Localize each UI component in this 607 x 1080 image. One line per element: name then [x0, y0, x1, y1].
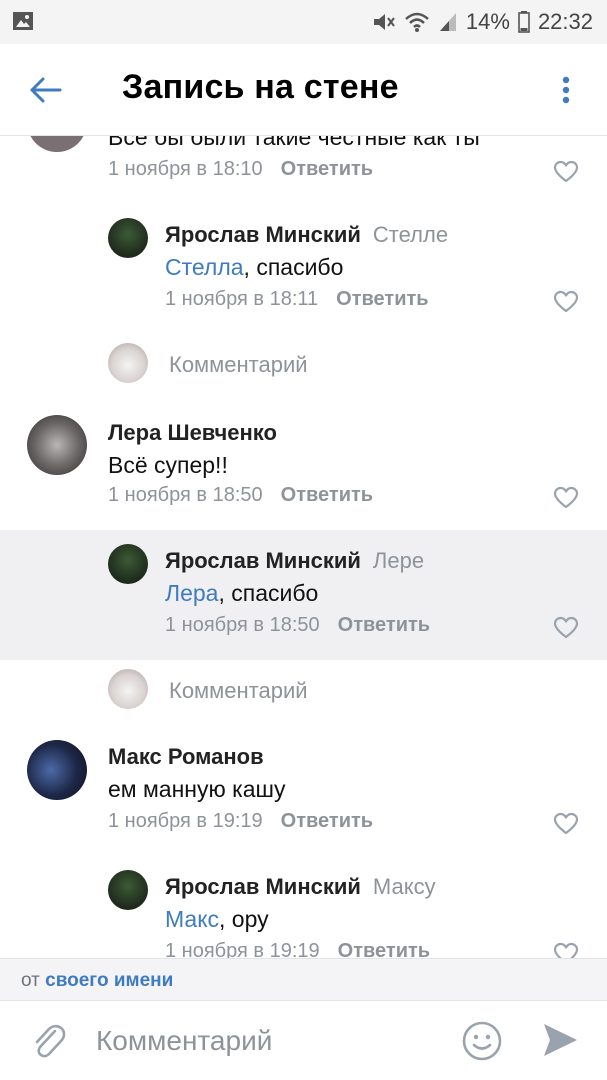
comment-text: Макс, ору: [165, 906, 269, 932]
add-comment-placeholder[interactable]: Комментарий: [169, 678, 308, 704]
author-name[interactable]: Ярослав Минский: [165, 548, 361, 573]
reply-link[interactable]: Ответить: [281, 810, 373, 832]
author-name[interactable]: Макс Романов: [108, 744, 264, 770]
send-icon[interactable]: [540, 1020, 580, 1060]
comment-item: Все бы были такие честные как ты 1 ноябр…: [0, 136, 607, 192]
back-arrow-icon[interactable]: [26, 70, 66, 110]
reply-to: Стелле: [372, 222, 449, 247]
comments-feed[interactable]: Все бы были такие честные как ты 1 ноябр…: [0, 136, 607, 958]
comment-date: 1 ноября в 18:11: [165, 288, 319, 310]
comment-date: 1 ноября в 19:19: [108, 810, 263, 832]
comment-text: Стелла, спасибо: [165, 254, 344, 280]
more-vertical-icon[interactable]: [551, 70, 581, 110]
avatar[interactable]: [108, 218, 148, 258]
comment-date: 1 ноября в 18:50: [165, 614, 320, 636]
reply-to: Максу: [372, 874, 436, 899]
emoji-icon[interactable]: [460, 1019, 504, 1063]
app-header: Запись на стене: [0, 44, 607, 136]
signal-icon: [438, 11, 458, 33]
status-bar: 14% 22:32: [0, 0, 607, 44]
author-name[interactable]: Ярослав Минский: [165, 222, 361, 247]
comment-date: 1 ноября в 19:19: [165, 940, 320, 958]
avatar[interactable]: [27, 415, 87, 475]
comment-item: Макс Романов ем манную кашу 1 ноября в 1…: [0, 732, 607, 852]
comment-composer: [0, 1000, 607, 1080]
heart-icon[interactable]: [553, 942, 579, 958]
avatar: [108, 343, 148, 383]
reply-item: Ярослав Минский Стелле Стелла, спасибо 1 …: [0, 206, 607, 316]
reply-link[interactable]: Ответить: [338, 614, 430, 636]
add-comment-row[interactable]: Комментарий: [0, 336, 607, 396]
heart-icon[interactable]: [553, 160, 579, 184]
reply-link[interactable]: Ответить: [336, 288, 428, 310]
attach-icon[interactable]: [28, 1019, 68, 1063]
comment-date: 1 ноября в 18:50: [108, 484, 263, 506]
add-comment-placeholder[interactable]: Комментарий: [169, 352, 308, 378]
reply-link[interactable]: Ответить: [281, 484, 373, 506]
heart-icon[interactable]: [553, 812, 579, 836]
comment-text: Всё супер!!: [108, 452, 228, 478]
comment-item: Лера Шевченко Всё супер!! 1 ноября в 18:…: [0, 406, 607, 526]
add-comment-row[interactable]: Комментарий: [0, 663, 607, 723]
mention-link[interactable]: Лера: [165, 580, 218, 606]
reply-item: Ярослав Минский Лере Лера, спасибо 1 нояб…: [0, 530, 607, 660]
author-name[interactable]: Ярослав Минский: [165, 874, 361, 899]
comment-text: Лера, спасибо: [165, 580, 319, 606]
reply-to: Лере: [372, 548, 425, 573]
mute-icon: [372, 11, 396, 33]
comment-text: ем манную кашу: [108, 776, 286, 802]
avatar[interactable]: [27, 740, 87, 800]
author-name[interactable]: Лера Шевченко: [108, 420, 277, 446]
heart-icon[interactable]: [553, 486, 579, 510]
avatar: [108, 669, 148, 709]
post-as-prefix: от: [21, 970, 40, 991]
mention-link[interactable]: Макс: [165, 906, 219, 932]
heart-icon[interactable]: [553, 290, 579, 314]
image-icon: [12, 10, 34, 37]
mention-link[interactable]: Стелла: [165, 254, 244, 280]
reply-link[interactable]: Ответить: [281, 158, 373, 180]
heart-icon[interactable]: [553, 616, 579, 640]
post-as-owner[interactable]: своего имени: [45, 970, 173, 991]
battery-level: 14%: [465, 9, 510, 34]
reply-item: Ярослав Минский Максу Макс, ору 1 ноября …: [0, 858, 607, 958]
avatar[interactable]: [108, 544, 148, 584]
wifi-icon: [404, 11, 430, 33]
clock: 22:32: [537, 9, 593, 34]
battery-icon: [518, 11, 530, 33]
comment-text: Все бы были такие честные как ты: [108, 136, 480, 150]
avatar[interactable]: [27, 136, 87, 152]
post-as-selector[interactable]: от своего имени: [0, 958, 607, 1000]
page-title: Запись на стене: [122, 68, 399, 106]
avatar[interactable]: [108, 870, 148, 910]
comment-input[interactable]: [96, 1023, 436, 1059]
comment-date: 1 ноября в 18:10: [108, 158, 263, 180]
reply-link[interactable]: Ответить: [338, 940, 430, 958]
